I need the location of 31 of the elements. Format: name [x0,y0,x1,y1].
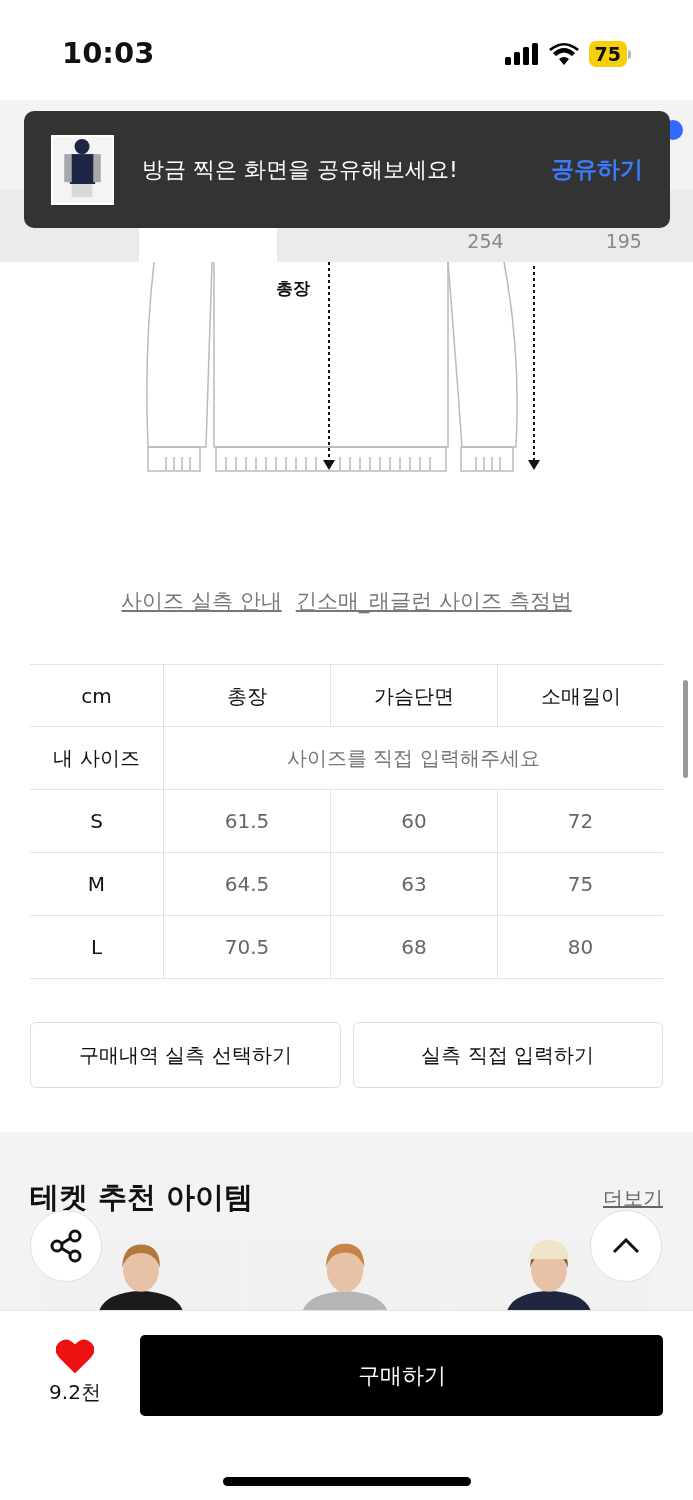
share-icon [48,1228,84,1264]
like-button[interactable]: 9.2천 [30,1335,120,1407]
diagram-label: 총장 [275,278,310,298]
table-cell: 63 [330,853,497,916]
table-cell: 75 [497,853,663,916]
guide-link[interactable]: 사이즈 실측 안내 [121,586,282,618]
buy-button[interactable]: 구매하기 [140,1335,663,1416]
table-cell: 64.5 [163,853,330,916]
table-cell: 61.5 [163,790,330,853]
table-cell: 60 [330,790,497,853]
size-action-button[interactable]: 구매내역 실측 선택하기 [30,1022,341,1088]
chevron-up-icon [612,1238,640,1254]
toast-message: 방금 찍은 화면을 공유해보세요! [142,156,459,184]
signal-icon [504,43,539,65]
row-header: S [30,790,163,853]
share-link[interactable]: 공유하기 [551,152,643,187]
more-link[interactable]: 더보기 [603,1182,663,1213]
my-size-field[interactable]: 사이즈를 직접 입력해주세요 [163,727,663,790]
status-time: 10:03 [62,35,155,73]
table-cell: 68 [330,916,497,979]
guide-link[interactable]: 긴소매_래글런 사이즈 측정법 [295,586,572,618]
table-cell: 80 [497,916,663,979]
heart-icon [56,1339,94,1373]
wifi-icon [548,43,579,65]
section-title: 테켓 추천 아이템 [30,1179,254,1216]
table-cell: 72 [497,790,663,853]
column-header: cm [30,665,163,727]
row-header: L [30,916,163,979]
table-cell: 70.5 [163,916,330,979]
row-header: M [30,853,163,916]
size-action-button[interactable]: 실측 직접 입력하기 [352,1022,663,1088]
